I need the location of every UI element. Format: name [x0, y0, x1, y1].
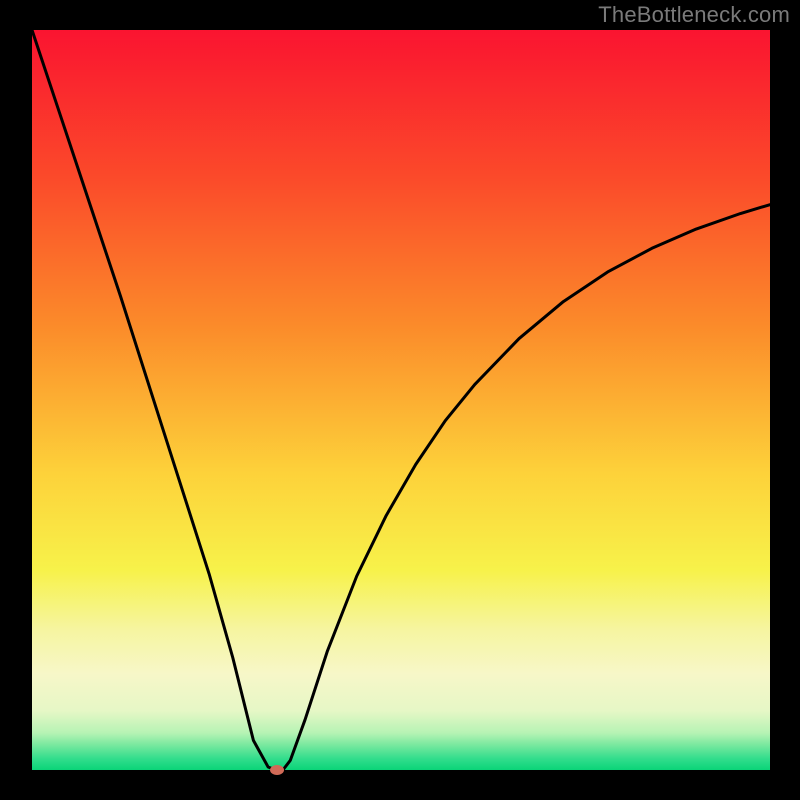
bottleneck-chart	[0, 0, 800, 800]
chart-background-gradient	[32, 30, 770, 770]
marker-minimum-point	[270, 765, 284, 775]
chart-root: TheBottleneck.com	[0, 0, 800, 800]
attribution-label: TheBottleneck.com	[598, 2, 790, 28]
